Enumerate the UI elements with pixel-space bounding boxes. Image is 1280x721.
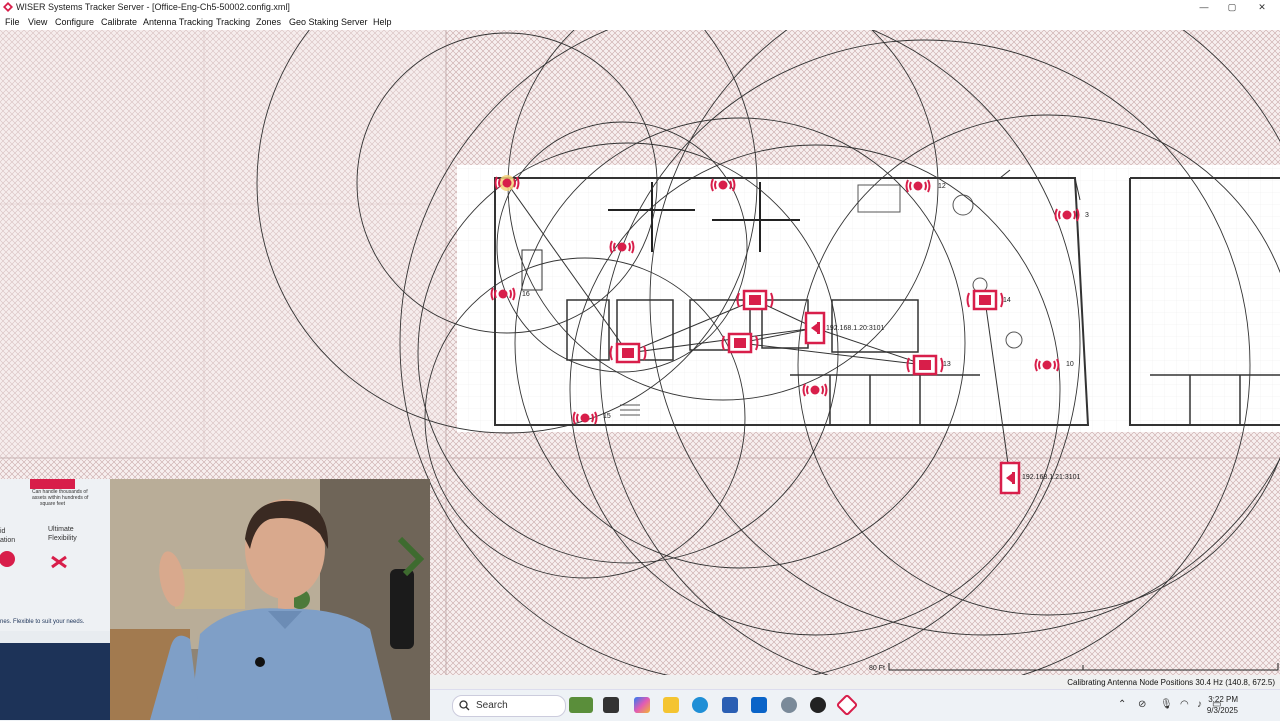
menu-geo-staking[interactable]: Geo Staking (289, 17, 339, 27)
menu-calibrate[interactable]: Calibrate (101, 17, 137, 27)
webcam-scene: Can handle thousands of assets within hu… (0, 479, 430, 720)
edge-icon[interactable] (692, 697, 708, 713)
menu-help[interactable]: Help (373, 17, 392, 27)
receiver-label: 192.168.1.21:3101 (1022, 474, 1080, 481)
microphone-icon[interactable]: 🎙 (1160, 699, 1173, 710)
tray-chevron-icon[interactable]: ⌃ (1118, 699, 1126, 710)
task-view-icon[interactable] (603, 697, 619, 713)
store-icon[interactable] (722, 697, 738, 713)
menu-server[interactable]: Server (341, 17, 368, 27)
obs-icon[interactable] (810, 697, 826, 713)
poster-line: square feet (40, 501, 66, 507)
node-label: 12 (938, 183, 946, 190)
boxed-antenna-node[interactable] (609, 342, 647, 364)
file-explorer-icon[interactable] (663, 697, 679, 713)
status-coords: (140.8, 672.5) (1225, 678, 1275, 687)
poster-heading: ation (0, 537, 15, 544)
status-rate: 30.4 Hz (1195, 678, 1223, 687)
title-bar: WISER Systems Tracker Server - [Office-E… (0, 0, 1280, 15)
search-label: Search (476, 700, 508, 711)
node-label: 15 (603, 413, 611, 420)
menu-tracking[interactable]: Tracking (216, 17, 250, 27)
webcam-overlay: Can handle thousands of assets within hu… (0, 479, 430, 720)
volume-icon[interactable]: ♪ (1197, 699, 1202, 710)
boxed-antenna-node[interactable] (966, 289, 1004, 311)
taskbar-clock[interactable]: 3:22 PM 9/3/2025 (1207, 694, 1238, 716)
boxed-antenna-node[interactable] (736, 289, 774, 311)
menu-file[interactable]: File (5, 17, 20, 27)
node-label: 10 (1066, 361, 1074, 368)
menu-zones[interactable]: Zones (256, 17, 281, 27)
clock-date: 9/3/2025 (1206, 706, 1238, 715)
network-off-icon[interactable]: ⊘ (1138, 699, 1146, 710)
app-logo-icon (3, 2, 13, 12)
city-widget-icon[interactable] (569, 697, 593, 713)
poster-heading: Ultimate (48, 526, 74, 533)
menu-view[interactable]: View (28, 17, 47, 27)
wifi-icon[interactable]: ◠ (1180, 699, 1189, 710)
copilot-icon[interactable] (634, 697, 650, 713)
floor-plan (457, 165, 1280, 432)
status-message: Calibrating Antenna Node Positions (1067, 678, 1194, 687)
receiver-label: 192.168.1.20:3101 (826, 325, 884, 332)
node-label: 3 (1085, 212, 1089, 219)
node-label: 14 (1003, 297, 1011, 304)
receiver-node[interactable] (999, 461, 1021, 495)
wiser-app-icon[interactable] (835, 693, 859, 717)
receiver-node[interactable] (804, 311, 826, 345)
boxed-antenna-node[interactable] (721, 332, 759, 354)
window-title: WISER Systems Tracker Server - [Office-E… (16, 2, 290, 12)
poster-footer: nes. Flexible to suit your needs. (0, 619, 85, 625)
outlook-icon[interactable] (751, 697, 767, 713)
poster-heading: Flexibility (48, 535, 77, 542)
status-text: Calibrating Antenna Node Positions 30.4 … (1067, 678, 1275, 687)
clock-time: 3:22 PM (1208, 695, 1238, 704)
menu-antenna-tracking[interactable]: Antenna Tracking (143, 17, 213, 27)
taskbar-search[interactable]: Search (452, 695, 566, 717)
close-button[interactable]: ✕ (1246, 0, 1278, 15)
search-icon (459, 700, 470, 711)
maximize-button[interactable]: ▢ (1216, 0, 1248, 15)
menu-bar: File View Configure Calibrate Antenna Tr… (0, 15, 1280, 30)
poster-heading: id (0, 528, 6, 535)
node-label: 16 (522, 291, 530, 298)
node-label: 13 (943, 361, 951, 368)
menu-configure[interactable]: Configure (55, 17, 94, 27)
scale-label: 80 Ft (869, 665, 885, 672)
settings-gear-icon[interactable] (781, 697, 797, 713)
boxed-antenna-node[interactable] (906, 354, 944, 376)
